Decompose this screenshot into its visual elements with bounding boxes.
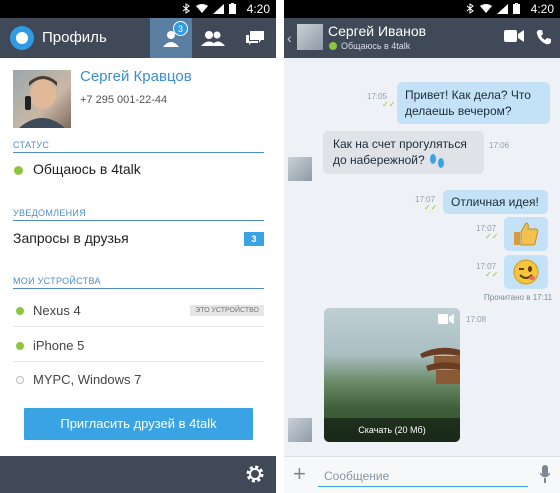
app-logo-icon [10,26,34,50]
message-bubble-out[interactable]: Отличная идея! [443,190,548,214]
emoji-bubble-out[interactable] [504,255,548,289]
attach-plus-icon[interactable]: + [293,462,306,486]
read-check-icon: ✓✓ [485,232,499,241]
contacts-icon [201,31,225,46]
page-title: Профиль [42,29,107,46]
status-time: 4:20 [530,2,554,16]
device-offline-icon [16,376,24,384]
message-input[interactable]: Сообщение [318,465,528,487]
bluetooth-icon [466,3,474,14]
chat-header: ‹ Сергей Иванов Общаюсь в 4talk [284,18,560,58]
divider [13,326,264,327]
profile-phone: +7 295 001-22-44 [80,94,168,106]
tab-profile[interactable]: 3 [150,18,192,58]
gear-icon[interactable] [244,463,266,485]
video-call-icon[interactable] [504,29,524,43]
tab-chats[interactable] [234,18,276,58]
message-time: 17:06 [489,141,510,150]
chats-icon [246,31,264,45]
status-section-title: СТАТУС [13,140,50,150]
device-online-icon [16,307,24,315]
device-item-nexus[interactable]: Nexus 4 [33,303,81,318]
thumbs-up-icon [514,222,539,246]
message-bubble-out[interactable]: Привет! Как дела? Что делаешь вечером? [397,82,550,124]
status-bar: 4:20 [0,0,276,18]
friend-requests-count: 3 [244,232,264,246]
device-item-iphone[interactable]: iPhone 5 [33,338,84,353]
divider [13,152,264,153]
photo-message[interactable]: Скачать (20 Мб) [324,308,460,442]
message-composer: + Сообщение [284,456,560,493]
notifications-section-title: УВЕДОМЛЕНИЯ [13,208,86,218]
contact-avatar-small [288,157,312,181]
friend-requests-label[interactable]: Запросы в друзья [13,230,129,246]
divider [13,220,264,221]
video-icon [438,314,454,324]
message-time: 17:08 [466,315,487,324]
microphone-icon[interactable] [540,465,550,483]
signal-icon [497,3,508,14]
device-item-pc[interactable]: MYPC, Windows 7 [33,372,141,387]
profile-avatar[interactable] [13,70,71,128]
wink-smiley-icon [513,259,539,285]
profile-header: Профиль 3 [0,18,276,58]
bluetooth-icon [182,3,190,14]
profile-screen: 4:20 Профиль 3 Сергей Кравцов +7 295 001… [0,0,276,493]
profile-name[interactable]: Сергей Кравцов [80,68,192,85]
divider [13,361,264,362]
read-receipt: Прочитано в 17:11 [484,293,553,302]
download-caption[interactable]: Скачать (20 Мб) [324,418,460,442]
devices-section-title: МОИ УСТРОЙСТВА [13,276,101,286]
wifi-icon [196,3,208,13]
online-status-icon [329,42,337,50]
signal-icon [213,3,224,14]
contact-avatar[interactable] [297,24,323,50]
contact-status: Общаюсь в 4talk [341,41,411,51]
invite-friends-button[interactable]: Пригласить друзей в 4talk [24,408,253,440]
footprints-icon [429,153,444,168]
device-online-icon [16,342,24,350]
online-status-icon [14,166,23,175]
chat-screen: 4:20 ‹ Сергей Иванов Общаюсь в 4talk 17:… [284,0,560,493]
this-device-tag: ЭТО УСТРОЙСТВО [190,305,264,316]
battery-icon [229,3,236,14]
pagoda-icon [420,347,460,384]
emoji-bubble-out[interactable] [504,217,548,251]
profile-badge: 3 [173,21,188,36]
footer-bar [0,456,276,493]
wifi-icon [480,3,492,13]
status-value[interactable]: Общаюсь в 4talk [33,161,141,177]
divider [13,288,264,289]
battery-icon [513,3,520,14]
read-check-icon: ✓✓ [382,100,396,109]
back-chevron-icon[interactable]: ‹ [287,30,292,46]
contact-name[interactable]: Сергей Иванов [328,23,426,39]
status-time: 4:20 [246,2,270,16]
message-bubble-in[interactable]: Как на счет прогуляться до набережной? [323,131,484,174]
read-check-icon: ✓✓ [485,270,499,279]
contact-avatar-small [288,418,312,442]
phone-call-icon[interactable] [536,29,552,45]
read-check-icon: ✓✓ [424,203,438,212]
message-text: Как на счет прогуляться до набережной? [333,137,467,167]
person-photo-icon [19,76,65,128]
tab-contacts[interactable] [192,18,234,58]
status-bar: 4:20 [284,0,560,18]
